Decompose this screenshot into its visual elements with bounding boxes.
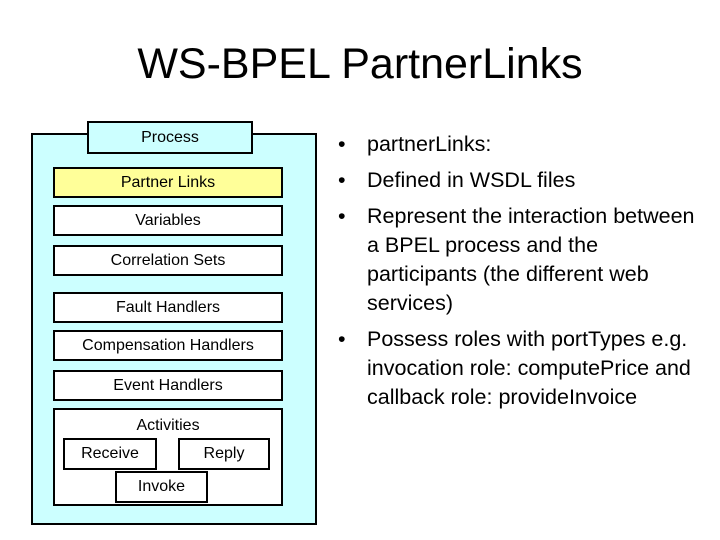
bullet-item: • Possess roles with portTypes e.g. invoc…: [338, 325, 708, 412]
invoke-box: Invoke: [115, 471, 208, 503]
bullet-text: partnerLinks:: [367, 132, 492, 156]
bullet-item: • Represent the interaction between a BPE…: [338, 202, 708, 318]
bullet-icon: •: [338, 132, 346, 156]
event-handlers-box: Event Handlers: [53, 370, 283, 401]
bullet-list: • partnerLinks: • Defined in WSDL files • R…: [338, 130, 708, 419]
bullet-icon: •: [338, 327, 346, 351]
fault-handlers-box: Fault Handlers: [53, 292, 283, 323]
bullet-text: Possess roles with portTypes e.g. invoca…: [367, 327, 691, 409]
bullet-text: Defined in WSDL files: [367, 168, 576, 192]
reply-box: Reply: [178, 438, 270, 470]
compensation-handlers-box: Compensation Handlers: [53, 330, 283, 361]
variables-box: Variables: [53, 205, 283, 236]
partner-links-box: Partner Links: [53, 167, 283, 198]
correlation-sets-box: Correlation Sets: [53, 245, 283, 276]
bullet-icon: •: [338, 204, 346, 228]
slide-title: WS-BPEL PartnerLinks: [137, 40, 583, 88]
bullet-icon: •: [338, 168, 346, 192]
bullet-text: Represent the interaction between a BPEL…: [367, 204, 695, 315]
process-label: Process: [87, 121, 253, 154]
bullet-item: • partnerLinks:: [338, 130, 708, 159]
bullet-item: • Defined in WSDL files: [338, 166, 708, 195]
receive-box: Receive: [63, 438, 157, 470]
